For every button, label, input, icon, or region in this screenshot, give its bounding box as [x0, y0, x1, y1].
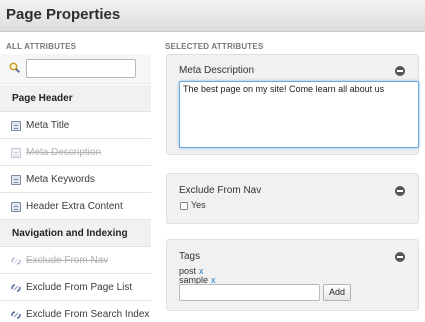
- selected-attributes-heading: SELECTED ATTRIBUTES: [165, 42, 264, 51]
- document-icon: [11, 175, 21, 185]
- attributes-list: Page Header Meta Title Meta Description …: [0, 54, 151, 322]
- meta-description-textarea[interactable]: The best page on my site! Come learn all…: [179, 81, 419, 148]
- attribute-item-exclude-from-page-list[interactable]: Exclude From Page List: [0, 274, 151, 301]
- link-icon: [11, 257, 21, 265]
- card-title: Tags: [179, 251, 201, 262]
- group-header-navigation-indexing: Navigation and Indexing: [0, 220, 151, 247]
- attribute-label: Meta Keywords: [26, 174, 95, 185]
- tag-input[interactable]: [179, 284, 320, 301]
- attribute-item-meta-title[interactable]: Meta Title: [0, 112, 151, 139]
- attribute-item-header-extra-content[interactable]: Header Extra Content: [0, 193, 151, 220]
- attribute-label: Exclude From Nav: [26, 255, 109, 266]
- document-icon: [11, 202, 21, 212]
- attribute-label: Meta Title: [26, 120, 70, 131]
- tags-card: Tags post x sample x Add: [166, 239, 419, 311]
- attribute-item-meta-keywords[interactable]: Meta Keywords: [0, 166, 151, 193]
- checkbox-label: Yes: [191, 200, 206, 210]
- remove-icon[interactable]: [395, 252, 405, 262]
- meta-description-card: Meta Description The best page on my sit…: [166, 54, 419, 155]
- group-title: Navigation and Indexing: [12, 228, 128, 239]
- attribute-label: Meta Description: [26, 147, 102, 158]
- page-header-bar: Page Properties: [0, 0, 425, 32]
- search-icon: [9, 62, 20, 73]
- search-input[interactable]: [26, 59, 136, 78]
- link-icon: [11, 311, 21, 319]
- link-icon: [11, 284, 21, 292]
- all-attributes-heading: ALL ATTRIBUTES: [6, 42, 77, 51]
- document-icon: [11, 121, 21, 131]
- card-title: Exclude From Nav: [179, 185, 262, 196]
- search-bar: [0, 54, 151, 84]
- page-title: Page Properties: [6, 6, 121, 23]
- attribute-item-exclude-from-nav: Exclude From Nav: [0, 247, 151, 274]
- attribute-item-exclude-from-search-index[interactable]: Exclude From Search Index: [0, 301, 151, 322]
- exclude-from-nav-checkbox[interactable]: [180, 202, 188, 210]
- exclude-from-nav-card: Exclude From Nav Yes: [166, 173, 419, 224]
- attribute-label: Exclude From Search Index: [26, 309, 150, 320]
- group-header-page-header: Page Header: [0, 85, 151, 112]
- document-icon: [11, 148, 21, 158]
- remove-icon[interactable]: [395, 66, 405, 76]
- card-title: Meta Description: [179, 65, 255, 76]
- attribute-label: Exclude From Page List: [26, 282, 133, 293]
- attribute-item-meta-description: Meta Description: [0, 139, 151, 166]
- remove-icon[interactable]: [395, 186, 405, 196]
- attribute-label: Header Extra Content: [26, 201, 123, 212]
- add-tag-button[interactable]: Add: [323, 284, 351, 301]
- group-title: Page Header: [12, 93, 73, 104]
